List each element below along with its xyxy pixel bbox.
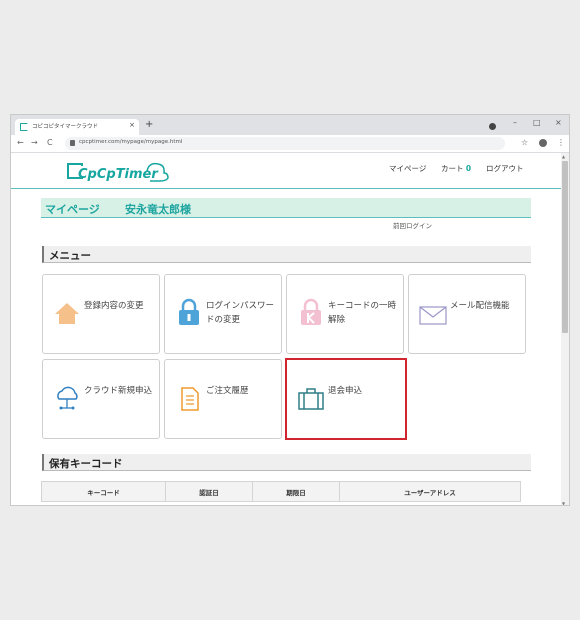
user-name: 安永竜太郎様 xyxy=(125,203,191,216)
menu-heading-text: メニュー xyxy=(49,250,91,262)
account-icon[interactable] xyxy=(539,139,547,147)
menu-card-label: クラウド新規申込 xyxy=(84,386,153,396)
menu-card-keycode-unlock[interactable]: キーコードの一時解除 xyxy=(286,274,404,354)
nav-mypage-link[interactable]: マイページ xyxy=(389,163,426,174)
keycode-lock-icon xyxy=(301,298,321,325)
keycode-heading-text: 保有キーコード xyxy=(49,458,123,470)
menu-card-label: 退会申込 xyxy=(328,386,363,396)
browser-tab[interactable]: コピコピタイマークラウド × xyxy=(15,119,139,135)
menu-card-order-history[interactable]: ご注文履歴 xyxy=(164,359,282,439)
address-bar: ← → C cpcptimer.com/mypage/mypage.html ☆… xyxy=(11,135,569,153)
menu-card-change-password[interactable]: ログインパスワードの変更 xyxy=(164,274,282,354)
menu-card-withdraw[interactable]: 退会申込 xyxy=(285,358,407,440)
cart-count-badge: 0 xyxy=(465,164,472,173)
new-tab-button[interactable]: + xyxy=(145,119,153,131)
scrollbar-thumb[interactable] xyxy=(562,161,568,333)
page-scrollbar[interactable]: ▲ ▼ xyxy=(561,153,569,505)
site-favicon-icon xyxy=(20,123,28,131)
last-login-label: 前回ログイン xyxy=(393,222,432,230)
extension-icon[interactable] xyxy=(489,123,496,130)
close-window-button[interactable]: × xyxy=(555,118,562,127)
menu-card-mail-delivery[interactable]: メール配信機能 xyxy=(408,274,526,354)
column-header-expiry-date: 期限日 xyxy=(252,481,340,502)
secure-lock-icon xyxy=(70,140,75,146)
menu-card-edit-registration[interactable]: 登録内容の変更 xyxy=(42,274,160,354)
cloud-icon xyxy=(57,386,78,410)
url-text: cpcptimer.com/mypage/mypage.html xyxy=(79,139,183,145)
menu-card-cloud-signup[interactable]: クラウド新規申込 xyxy=(42,359,160,439)
minimize-button[interactable]: – xyxy=(513,118,517,127)
menu-card-label: キーコードの一時解除 xyxy=(328,301,397,325)
keycode-section-heading: 保有キーコード xyxy=(42,454,531,471)
tab-close-icon[interactable]: × xyxy=(129,121,135,129)
browser-window: コピコピタイマークラウド × + – □ × ← → C cpcptimer.c… xyxy=(10,114,570,506)
mail-icon xyxy=(419,306,447,325)
cpcptimer-logo[interactable]: CpCpTimer xyxy=(65,159,175,183)
house-icon xyxy=(55,303,79,324)
back-button[interactable]: ← xyxy=(17,138,24,147)
lock-icon xyxy=(179,298,199,325)
document-icon xyxy=(181,387,199,411)
page-title: マイページ xyxy=(45,203,100,216)
briefcase-icon xyxy=(298,388,324,410)
tab-strip: コピコピタイマークラウド × + – □ × xyxy=(11,115,569,135)
column-header-auth-date: 認証日 xyxy=(165,481,253,502)
reload-button[interactable]: C xyxy=(47,138,53,147)
site-header: CpCpTimer マイページ カート 0 ログアウト xyxy=(11,153,563,189)
url-field[interactable]: cpcptimer.com/mypage/mypage.html xyxy=(65,137,505,150)
nav-cart-link[interactable]: カート 0 xyxy=(441,163,471,174)
page-content: CpCpTimer マイページ カート 0 ログアウト マイページ 安永竜太郎様… xyxy=(11,153,563,505)
menu-card-label: メール配信機能 xyxy=(450,301,510,311)
table-header-row: キーコード 認証日 期限日 ユーザーアドレス xyxy=(41,481,521,502)
column-header-keycode: キーコード xyxy=(41,481,166,502)
maximize-button[interactable]: □ xyxy=(533,118,541,127)
cart-label: カート xyxy=(441,164,464,173)
browser-menu-icon[interactable]: ⋮ xyxy=(557,138,565,147)
column-header-user-address: ユーザーアドレス xyxy=(339,481,521,502)
menu-card-label: 登録内容の変更 xyxy=(84,301,144,311)
scroll-down-icon[interactable]: ▼ xyxy=(562,501,565,505)
mypage-title-bar: マイページ 安永竜太郎様 xyxy=(41,198,531,218)
forward-button[interactable]: → xyxy=(31,138,38,147)
menu-section-heading: メニュー xyxy=(42,246,531,263)
tab-title: コピコピタイマークラウド xyxy=(32,124,99,130)
menu-card-label: ご注文履歴 xyxy=(206,386,249,396)
nav-logout-link[interactable]: ログアウト xyxy=(486,163,524,174)
keycode-table: キーコード 認証日 期限日 ユーザーアドレス xyxy=(41,481,521,502)
menu-card-label: ログインパスワードの変更 xyxy=(206,301,275,325)
bookmark-star-icon[interactable]: ☆ xyxy=(521,138,528,147)
scroll-up-icon[interactable]: ▲ xyxy=(562,154,565,159)
